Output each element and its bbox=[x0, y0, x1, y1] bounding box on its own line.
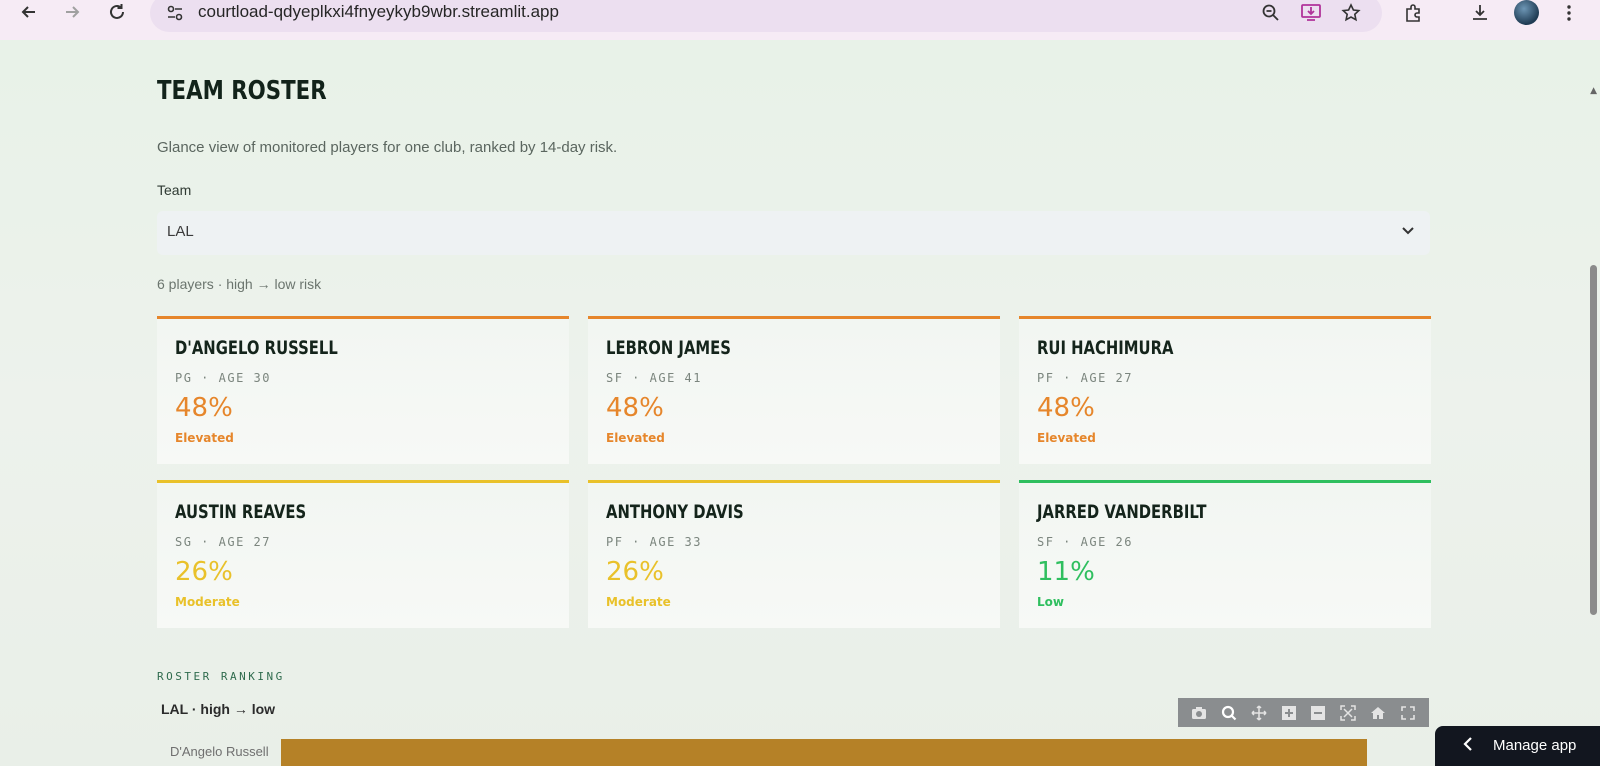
risk-percent: 48% bbox=[606, 393, 664, 423]
manage-app-button[interactable]: Manage app bbox=[1435, 726, 1600, 766]
player-name: AUSTIN REAVES bbox=[175, 501, 307, 523]
chart-bar-label: D'Angelo Russell bbox=[170, 744, 269, 759]
risk-percent: 26% bbox=[606, 557, 664, 587]
fullscreen-icon[interactable] bbox=[1399, 704, 1417, 722]
zoom-icon[interactable] bbox=[1220, 704, 1238, 722]
player-meta: SF · AGE 41 bbox=[606, 371, 702, 385]
risk-percent: 11% bbox=[1037, 557, 1095, 587]
risk-level: Moderate bbox=[606, 595, 671, 609]
zoom-out-icon[interactable] bbox=[1309, 704, 1327, 722]
back-arrow-icon[interactable] bbox=[17, 0, 41, 24]
risk-level: Low bbox=[1037, 595, 1064, 609]
url-text[interactable]: courtload-qdyeplkxi4fnyeykyb9wbr.streaml… bbox=[198, 2, 559, 22]
pan-icon[interactable] bbox=[1250, 704, 1268, 722]
player-meta: SF · AGE 26 bbox=[1037, 535, 1133, 549]
player-name: RUI HACHIMURA bbox=[1037, 337, 1174, 359]
zoom-in-icon[interactable] bbox=[1280, 704, 1298, 722]
player-name: JARRED VANDERBILT bbox=[1037, 501, 1207, 523]
section-label-roster-ranking: ROSTER RANKING bbox=[157, 670, 285, 683]
page-subtitle: Glance view of monitored players for one… bbox=[157, 139, 618, 156]
download-icon[interactable] bbox=[1467, 0, 1493, 26]
chart-bar[interactable] bbox=[281, 739, 1367, 766]
team-label: Team bbox=[157, 182, 192, 198]
more-menu-icon[interactable] bbox=[1556, 0, 1582, 26]
browser-toolbar: courtload-qdyeplkxi4fnyeykyb9wbr.streaml… bbox=[0, 0, 1600, 40]
player-count: 6 players · high → low risk bbox=[157, 276, 322, 292]
autoscale-icon[interactable] bbox=[1339, 704, 1357, 722]
player-card[interactable]: D'ANGELO RUSSELL PG · AGE 30 48% Elevate… bbox=[157, 316, 569, 464]
risk-percent: 48% bbox=[1037, 393, 1095, 423]
extensions-icon[interactable] bbox=[1400, 0, 1426, 26]
risk-level: Elevated bbox=[1037, 431, 1096, 445]
home-icon[interactable] bbox=[1369, 704, 1387, 722]
risk-level: Elevated bbox=[175, 431, 234, 445]
chevron-down-icon bbox=[1398, 221, 1418, 241]
risk-percent: 48% bbox=[175, 393, 233, 423]
chart-modebar bbox=[1178, 698, 1429, 727]
scroll-up-arrow-icon[interactable]: ▲ bbox=[1590, 86, 1597, 96]
install-app-icon[interactable] bbox=[1298, 0, 1324, 26]
player-name: ANTHONY DAVIS bbox=[606, 501, 744, 523]
player-name: D'ANGELO RUSSELL bbox=[175, 337, 338, 359]
forward-arrow-icon[interactable] bbox=[60, 0, 84, 24]
player-meta: SG · AGE 27 bbox=[175, 535, 271, 549]
player-card[interactable]: RUI HACHIMURA PF · AGE 27 48% Elevated bbox=[1019, 316, 1431, 464]
team-select-value: LAL bbox=[167, 223, 194, 240]
chevron-left-icon bbox=[1463, 736, 1473, 756]
camera-icon[interactable] bbox=[1190, 704, 1208, 722]
scrollbar-thumb[interactable] bbox=[1590, 265, 1597, 615]
player-card[interactable]: LEBRON JAMES SF · AGE 41 48% Elevated bbox=[588, 316, 1000, 464]
team-select[interactable]: LAL bbox=[157, 211, 1430, 255]
player-name: LEBRON JAMES bbox=[606, 337, 731, 359]
bookmark-star-icon[interactable] bbox=[1338, 0, 1364, 26]
player-meta: PG · AGE 30 bbox=[175, 371, 271, 385]
risk-level: Moderate bbox=[175, 595, 240, 609]
player-card[interactable]: JARRED VANDERBILT SF · AGE 26 11% Low bbox=[1019, 480, 1431, 628]
profile-avatar[interactable] bbox=[1514, 0, 1539, 25]
reload-icon[interactable] bbox=[105, 0, 129, 24]
site-settings-icon[interactable] bbox=[162, 0, 188, 26]
chart-title: LAL · high → low bbox=[161, 701, 276, 717]
risk-percent: 26% bbox=[175, 557, 233, 587]
risk-level: Elevated bbox=[606, 431, 665, 445]
manage-app-label: Manage app bbox=[1493, 737, 1577, 754]
player-meta: PF · AGE 33 bbox=[606, 535, 702, 549]
player-card[interactable]: AUSTIN REAVES SG · AGE 27 26% Moderate bbox=[157, 480, 569, 628]
zoom-icon[interactable] bbox=[1258, 0, 1284, 26]
page-title: TEAM ROSTER bbox=[157, 76, 327, 106]
player-card[interactable]: ANTHONY DAVIS PF · AGE 33 26% Moderate bbox=[588, 480, 1000, 628]
player-meta: PF · AGE 27 bbox=[1037, 371, 1133, 385]
